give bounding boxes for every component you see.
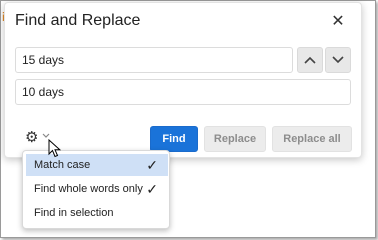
checkmark-icon: ✓ (146, 181, 158, 197)
checkmark-icon: ✓ (146, 157, 158, 173)
chevron-down-icon (332, 56, 344, 64)
replace-all-button[interactable]: Replace all (272, 126, 352, 152)
next-match-button[interactable] (325, 47, 351, 73)
chevron-up-icon (304, 56, 316, 64)
menu-item-label: Match case (34, 159, 91, 171)
find-input[interactable] (15, 47, 293, 73)
replace-input[interactable] (15, 79, 351, 105)
close-icon[interactable]: ✕ (327, 12, 349, 32)
menu-item-label: Find whole words only (34, 183, 143, 195)
find-button[interactable]: Find (150, 126, 198, 152)
menu-item-find-in-selection[interactable]: Find in selection (26, 202, 168, 224)
mouse-cursor-icon (48, 139, 62, 158)
previous-match-button[interactable] (297, 47, 323, 73)
replace-button[interactable]: Replace (204, 126, 266, 152)
menu-item-label: Find in selection (34, 207, 114, 219)
find-replace-dialog: Find and Replace ✕ ⚙ Find Replace Replac… (4, 2, 362, 158)
options-menu: Match case ✓ Find whole words only ✓ Fin… (22, 150, 170, 229)
menu-item-whole-words[interactable]: Find whole words only ✓ (26, 178, 168, 200)
dialog-title: Find and Replace (15, 12, 141, 29)
